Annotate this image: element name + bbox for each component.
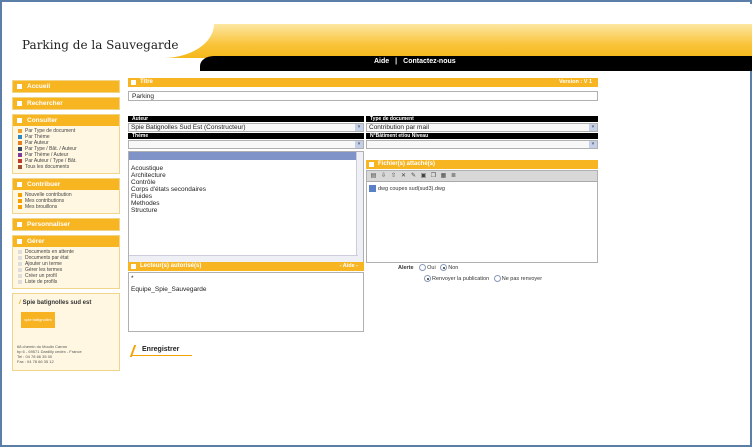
auteur-label: Auteur (128, 116, 364, 122)
sidebar-item-rechercher[interactable]: Rechercher (13, 98, 119, 109)
horizontal-scrollbar[interactable] (129, 255, 358, 262)
consulter-tous[interactable]: Tous les documents (13, 164, 119, 170)
bullet-icon (18, 280, 22, 284)
color-square-icon (18, 129, 22, 133)
chevron-down-icon: ▾ (355, 141, 363, 148)
header-nav-bar (200, 56, 752, 71)
color-square-icon (18, 165, 22, 169)
sidebar-section-personnaliser: Personnaliser (12, 218, 120, 231)
site-title: Parking de la Sauvegarde (22, 38, 179, 52)
sidebar-heading-gerer[interactable]: Gérer (13, 236, 119, 247)
save-button[interactable]: Enregistrer (132, 346, 193, 356)
chevron-down-icon: ▾ (589, 141, 597, 148)
top-nav: Aide | Contactez-nous (374, 58, 456, 65)
file-item[interactable]: dwg coupes sud(sud3).dwg (367, 182, 597, 195)
bullet-icon (18, 193, 22, 197)
list-item[interactable]: Equipe_Spie_Sauvegarde (129, 286, 363, 293)
browser-frame: Parking de la Sauvegarde Aide | Contactez-… (0, 0, 752, 447)
bullet-icon (18, 262, 22, 266)
bullet-icon (18, 274, 22, 278)
company-address: 68 chemin du Moulin Carron bp 6 - 69571 … (17, 344, 82, 364)
bullet-icon (18, 205, 22, 209)
list-item[interactable]: Corps d'états secondaires (129, 186, 363, 193)
alerte-oui-radio[interactable] (419, 264, 427, 271)
sidebar-item-personnaliser[interactable]: Personnaliser (13, 219, 119, 230)
save-icon[interactable]: ▣ (420, 172, 427, 180)
sidebar-section-consulter: Consulter Par Type de document Par Thème… (12, 114, 120, 174)
fichiers-panel: ▤ ⇩ ⇧ ✕ ✎ ▣ ❐ ▦ ≣ dwg coupes sud(sud3).d… (366, 170, 598, 263)
page-header: Parking de la Sauvegarde Aide | Contactez-… (4, 4, 752, 71)
lecteurs-header: Lecteur(s) autorisé(s) - Aide - (128, 262, 364, 271)
sidebar-section-gerer: Gérer Documents en attente Documents par… (12, 235, 120, 289)
list-item[interactable]: Structure (129, 207, 363, 214)
aide-link[interactable]: Aide (374, 58, 389, 65)
sidebar-heading-contribuer[interactable]: Contribuer (13, 179, 119, 190)
list-item[interactable]: Acoustique (129, 165, 363, 172)
renvoi-group: Renvoyer la publication Ne pas renvoyer (424, 275, 542, 282)
bullet-icon (18, 199, 22, 203)
delete-icon[interactable]: ✕ (400, 172, 407, 180)
bullet-icon (18, 256, 22, 260)
bullet-icon (18, 268, 22, 272)
bullet-icon (18, 250, 22, 254)
batiment-label: N°Bâtiment et/ou Niveau (366, 133, 598, 139)
theme-select[interactable]: ▾ (128, 140, 364, 149)
copy-icon[interactable]: ❐ (430, 172, 437, 180)
sidebar-item-accueil[interactable]: Accueil (13, 81, 119, 92)
folder-icon[interactable]: ▤ (370, 172, 377, 180)
renvoyer-radio[interactable] (424, 275, 431, 282)
type-label: Type de document (366, 116, 598, 122)
list-item[interactable]: Architecture (129, 172, 363, 179)
color-square-icon (18, 153, 22, 157)
contact-link[interactable]: Contactez-nous (403, 58, 456, 65)
sidebar-section-accueil: Accueil (12, 80, 120, 93)
version-label: Version : V 1 (558, 79, 592, 85)
file-toolbar: ▤ ⇩ ⇧ ✕ ✎ ▣ ❐ ▦ ≣ (367, 171, 597, 182)
list-item[interactable]: * (129, 275, 363, 282)
file-icon (369, 185, 376, 192)
list-item[interactable]: Contrôle (129, 179, 363, 186)
color-square-icon (18, 159, 22, 163)
lecteurs-aide-link[interactable]: - Aide - (340, 262, 358, 271)
fichiers-header: Fichier(s) attaché(s) (366, 160, 598, 169)
sidebar-heading-consulter[interactable]: Consulter (13, 115, 119, 126)
contribuer-mes-brouillons[interactable]: Mes brouillons (13, 204, 119, 210)
company-logo: spie batignolles (21, 312, 55, 328)
color-square-icon (18, 147, 22, 151)
sidebar-section-rechercher: Rechercher (12, 97, 120, 110)
color-square-icon (18, 135, 22, 139)
alerte-label: Alerte (398, 264, 414, 271)
grid-view-icon[interactable]: ▦ (440, 172, 447, 180)
alerte-group: Alerte Oui Non (398, 264, 459, 271)
chevron-down-icon: ▾ (589, 124, 597, 131)
gerer-liste-profils[interactable]: Liste de profils (13, 279, 119, 285)
alerte-non-radio[interactable] (440, 264, 448, 271)
color-square-icon (18, 141, 22, 145)
ne-pas-renvoyer-radio[interactable] (493, 275, 501, 282)
list-item[interactable]: Fluides (129, 193, 363, 200)
company-name: / Spie batignolles sud est (19, 300, 92, 306)
titre-header: Titre Version : V 1 (128, 78, 598, 87)
lecteurs-listbox[interactable]: * Equipe_Spie_Sauvegarde (128, 272, 364, 332)
edit-icon[interactable]: ✎ (410, 172, 417, 180)
type-select[interactable]: Contribution par mail ▾ (366, 123, 598, 132)
theme-label: Thème (128, 133, 364, 139)
auteur-select[interactable]: Spie Batignolles Sud Est (Constructeur) ▾ (128, 123, 364, 132)
nav-separator: | (395, 58, 398, 65)
sidebar-section-contribuer: Contribuer Nouvelle contribution Mes con… (12, 178, 120, 214)
batiment-select[interactable]: ▾ (366, 140, 598, 149)
upload-icon[interactable]: ⇧ (390, 172, 397, 180)
sidebar: Accueil Rechercher Consulter Par Type de… (12, 80, 120, 371)
download-icon[interactable]: ⇩ (380, 172, 387, 180)
chevron-down-icon: ▾ (355, 124, 363, 131)
selected-list-item[interactable] (129, 152, 363, 160)
theme-listbox[interactable]: Acoustique Architecture Contrôle Corps d… (128, 151, 364, 263)
vertical-scrollbar[interactable] (356, 152, 363, 262)
titre-input[interactable]: Parking (128, 91, 598, 101)
list-view-icon[interactable]: ≣ (450, 172, 457, 180)
main-form: Titre Version : V 1 Parking Auteur Type … (128, 78, 598, 356)
list-item[interactable]: Methodes (129, 200, 363, 207)
company-card: / Spie batignolles sud est spie batignoll… (12, 293, 120, 371)
